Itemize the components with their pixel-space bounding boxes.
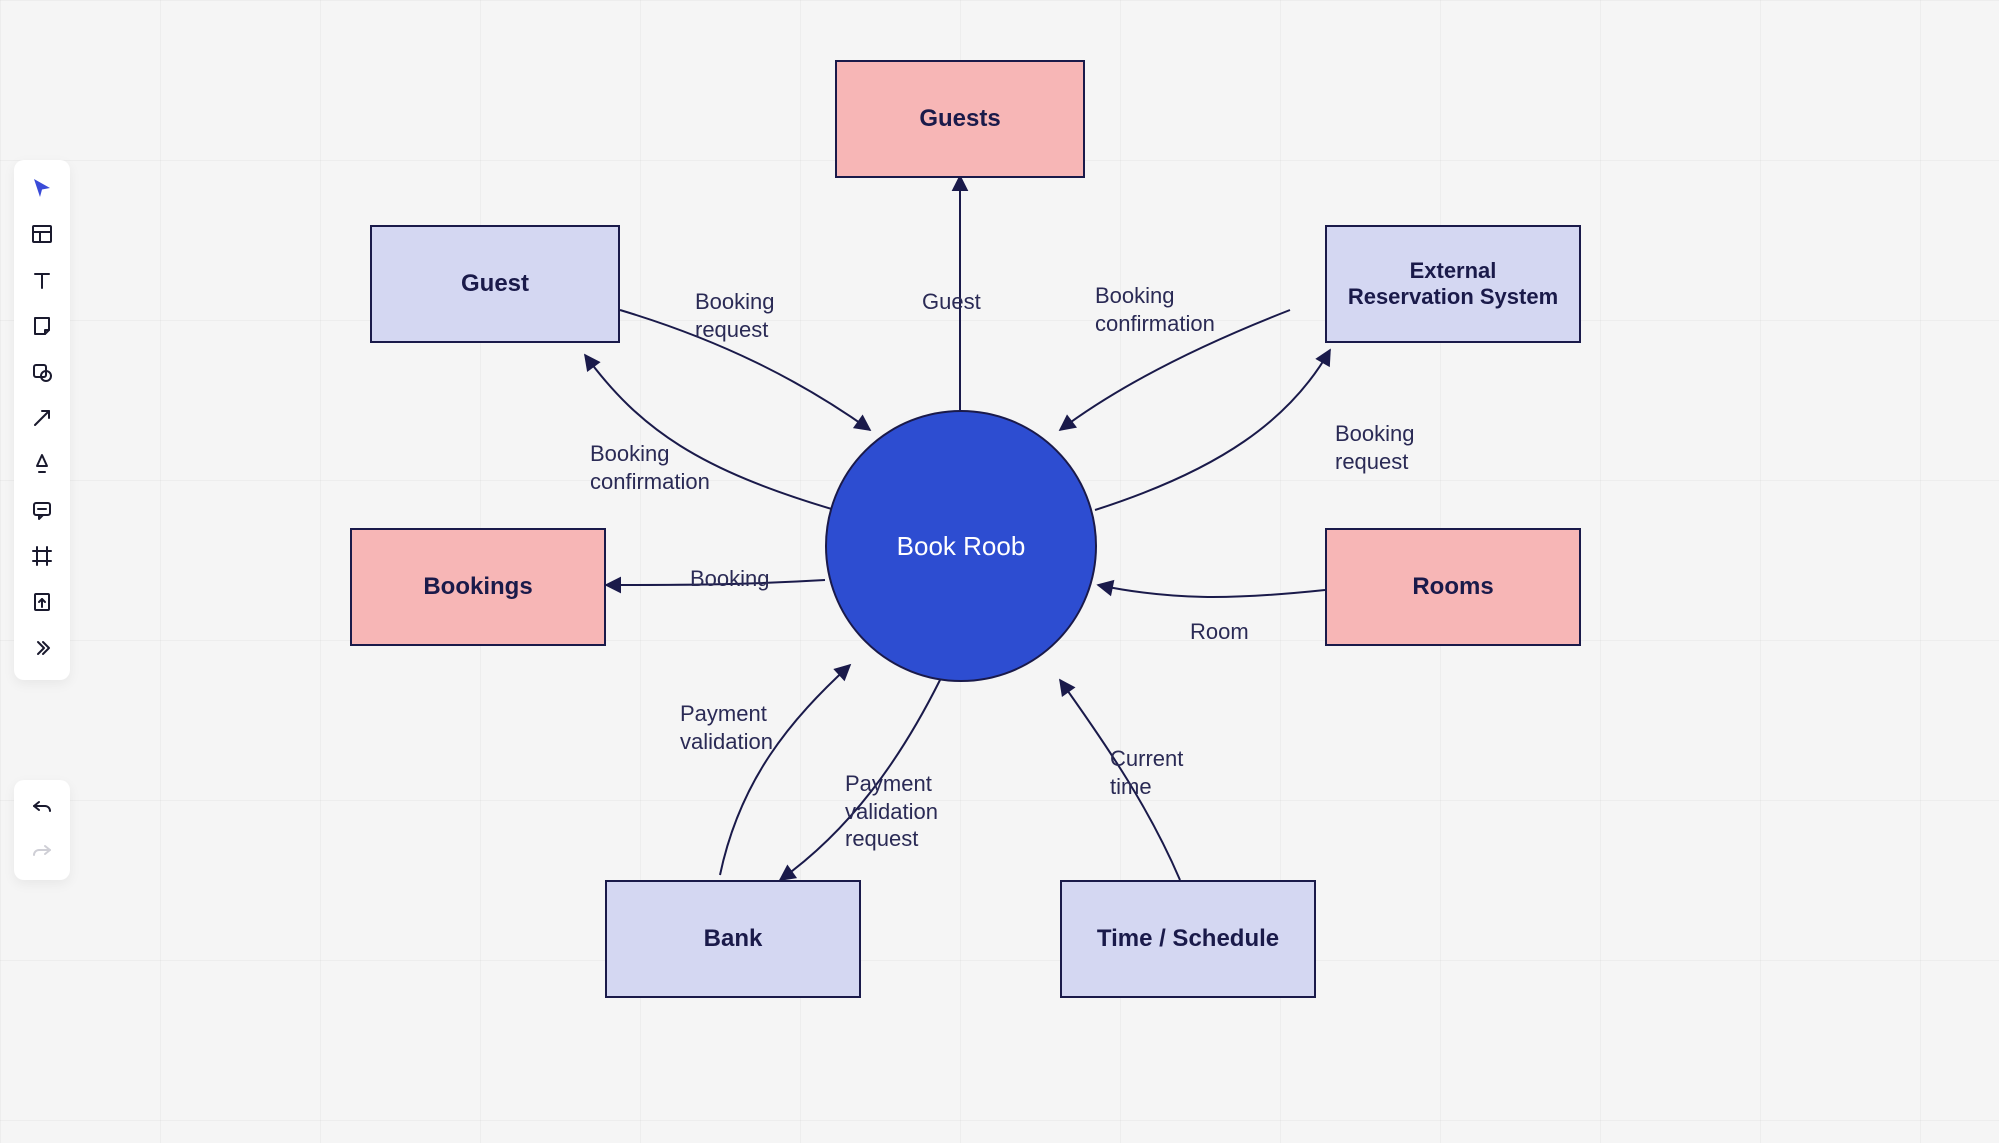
entity-bank[interactable]: Bank [605, 880, 861, 998]
edge-label-booking-request-guest: Booking request [695, 288, 775, 343]
chevron-right-icon [30, 636, 54, 665]
edge-label-booking-confirmation-guest: Booking confirmation [590, 440, 710, 495]
edge-label-guest: Guest [922, 288, 981, 316]
tool-text[interactable] [22, 262, 62, 302]
node-label: Book Roob [897, 531, 1026, 562]
node-label: Bookings [423, 573, 532, 601]
entity-time-schedule[interactable]: Time / Schedule [1060, 880, 1316, 998]
layout-icon [30, 222, 54, 251]
cursor-icon [30, 176, 54, 205]
entity-guest[interactable]: Guest [370, 225, 620, 343]
tool-frame[interactable] [22, 538, 62, 578]
edge-label-room: Room [1190, 618, 1249, 646]
undo-button[interactable] [22, 788, 62, 828]
edge-label-booking: Booking [690, 565, 770, 593]
text-icon [30, 268, 54, 297]
edge-label-payment-validation: Payment validation [680, 700, 773, 755]
node-label: Time / Schedule [1097, 925, 1279, 953]
tool-shape[interactable] [22, 354, 62, 394]
tool-more[interactable] [22, 630, 62, 670]
process-node-book-roob[interactable]: Book Roob [825, 410, 1097, 682]
diagram-canvas[interactable]: Book Roob Guest Guests External Reservat… [0, 0, 1999, 1143]
export-icon [30, 590, 54, 619]
tool-note[interactable] [22, 308, 62, 348]
arrow-icon [30, 406, 54, 435]
node-label: Bank [704, 925, 763, 953]
datastore-guests[interactable]: Guests [835, 60, 1085, 178]
tool-comment[interactable] [22, 492, 62, 532]
redo-button[interactable] [22, 832, 62, 872]
datastore-rooms[interactable]: Rooms [1325, 528, 1581, 646]
history-toolbar [14, 780, 70, 880]
tool-arrow[interactable] [22, 400, 62, 440]
undo-icon [30, 794, 54, 823]
edge-label-booking-request-ext: Booking request [1335, 420, 1415, 475]
node-label: Rooms [1412, 573, 1493, 601]
edge-label-payment-validation-request: Payment validation request [845, 770, 938, 853]
note-icon [30, 314, 54, 343]
datastore-bookings[interactable]: Bookings [350, 528, 606, 646]
frame-icon [30, 544, 54, 573]
tool-pointer[interactable] [22, 170, 62, 210]
node-label: Guests [919, 105, 1000, 133]
comment-icon [30, 498, 54, 527]
tool-toolbar [14, 160, 70, 680]
redo-icon [30, 838, 54, 867]
tool-container[interactable] [22, 216, 62, 256]
edge-label-booking-confirmation-ext: Booking confirmation [1095, 282, 1215, 337]
edge-label-current-time: Current time [1110, 745, 1183, 800]
tool-export[interactable] [22, 584, 62, 624]
node-label: External Reservation System [1348, 258, 1558, 310]
entity-external-reservation[interactable]: External Reservation System [1325, 225, 1581, 343]
shape-icon [30, 360, 54, 389]
tool-highlight[interactable] [22, 446, 62, 486]
node-label: Guest [461, 270, 529, 298]
highlight-icon [30, 452, 54, 481]
